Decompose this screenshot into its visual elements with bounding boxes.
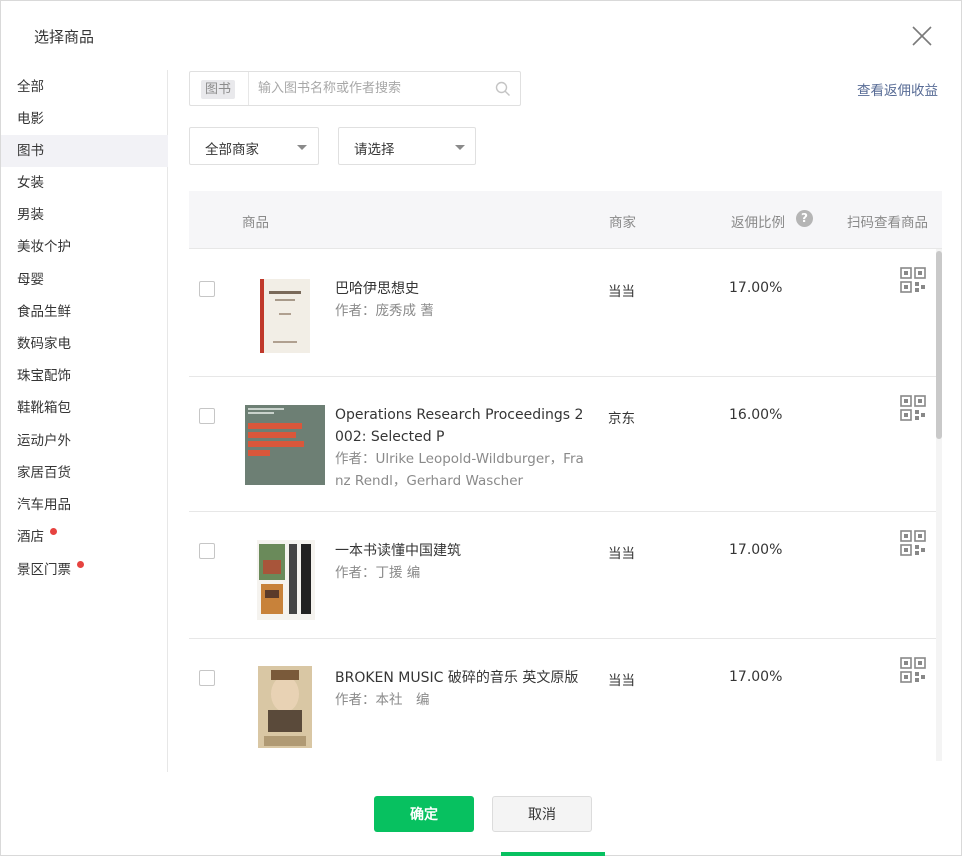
sidebar-item-mens-clothing[interactable]: 男装	[1, 199, 168, 231]
product-name: 巴哈伊思想史	[335, 281, 419, 297]
help-icon[interactable]: ?	[796, 210, 813, 227]
sidebar-item-sports[interactable]: 运动户外	[1, 425, 168, 457]
close-icon[interactable]	[909, 23, 935, 49]
sidebar-item-label: 鞋靴箱包	[17, 400, 71, 416]
sidebar-item-womens-clothing[interactable]: 女装	[1, 167, 168, 199]
category-dropdown-value: 请选择	[354, 142, 395, 158]
search-divider	[248, 72, 249, 105]
confirm-button[interactable]: 确定	[374, 796, 474, 832]
product-author: 作者：庞秀成 蓍	[335, 303, 434, 319]
sidebar-item-beauty[interactable]: 美妆个护	[1, 231, 168, 263]
sidebar-item-label: 汽车用品	[17, 497, 71, 513]
category-dropdown[interactable]: 请选择	[338, 127, 476, 165]
search-icon[interactable]	[495, 81, 511, 97]
header-merchant: 商家	[609, 215, 636, 231]
sidebar-item-hotel[interactable]: 酒店	[1, 521, 168, 553]
sidebar-item-label: 数码家电	[17, 336, 71, 352]
search-input[interactable]	[250, 73, 490, 104]
header-product: 商品	[242, 215, 269, 231]
sidebar-item-label: 家居百货	[17, 465, 71, 481]
sidebar-item-books[interactable]: 图书	[1, 135, 168, 167]
search-box: 图书	[189, 71, 521, 106]
product-name: BROKEN MUSIC 破碎的音乐 英文原版	[335, 670, 579, 686]
sidebar-item-label: 美妆个护	[17, 239, 71, 255]
table-row: BROKEN MUSIC 破碎的音乐 英文原版 作者：本社 编 当当 17.00…	[189, 639, 939, 761]
sidebar-item-shoes-bags[interactable]: 鞋靴箱包	[1, 392, 168, 424]
product-name: Operations Research Proceedings 2002: Se…	[335, 407, 584, 445]
sidebar-item-label: 女装	[17, 175, 44, 191]
product-name: 一本书读懂中国建筑	[335, 543, 461, 559]
table-header: 商品 商家 返佣比例 ? 扫码查看商品	[189, 191, 942, 249]
merchant-dropdown-value: 全部商家	[205, 142, 259, 158]
sidebar-item-all[interactable]: 全部	[1, 71, 168, 103]
caret-down-icon	[297, 145, 307, 150]
new-dot-badge	[50, 528, 57, 535]
sidebar-item-electronics[interactable]: 数码家电	[1, 328, 168, 360]
sidebar-item-tickets[interactable]: 景区门票	[1, 554, 168, 586]
sidebar-item-label: 酒店	[17, 529, 44, 545]
sidebar-item-movies[interactable]: 电影	[1, 103, 168, 135]
commission-ratio: 17.00%	[729, 542, 783, 558]
sidebar-item-home[interactable]: 家居百货	[1, 457, 168, 489]
table-row: 一本书读懂中国建筑 作者：丁援 编 当当 17.00%	[189, 512, 939, 639]
book-cover-image	[258, 666, 312, 748]
merchant-dropdown[interactable]: 全部商家	[189, 127, 319, 165]
commission-ratio: 17.00%	[729, 669, 783, 685]
book-cover-image	[260, 279, 310, 353]
merchant-name: 当当	[608, 284, 635, 300]
product-author: 作者：Ulrike Leopold-Wildburger，Franz Rendl…	[335, 451, 584, 489]
scrollbar-thumb[interactable]	[936, 251, 942, 439]
row-checkbox[interactable]	[199, 281, 215, 297]
merchant-name: 当当	[608, 673, 635, 689]
sidebar-item-jewelry[interactable]: 珠宝配饰	[1, 360, 168, 392]
sidebar-item-label: 母婴	[17, 272, 44, 288]
header-qrcode: 扫码查看商品	[847, 215, 928, 231]
select-product-dialog: 选择商品 全部 电影 图书 女装 男装 美妆个护 母婴 食品生鲜 数码家电 珠宝…	[0, 0, 962, 856]
product-author: 作者：本社 编	[335, 692, 430, 708]
table-row: Operations Research Proceedings 2002: Se…	[189, 377, 939, 512]
row-checkbox[interactable]	[199, 543, 215, 559]
sidebar-item-label: 全部	[17, 79, 44, 95]
category-sidebar: 全部 电影 图书 女装 男装 美妆个护 母婴 食品生鲜 数码家电 珠宝配饰 鞋靴…	[1, 70, 168, 772]
sidebar-item-auto[interactable]: 汽车用品	[1, 489, 168, 521]
search-category-tag: 图书	[201, 80, 236, 99]
row-checkbox[interactable]	[199, 670, 215, 686]
sidebar-item-label: 食品生鲜	[17, 304, 71, 320]
qrcode-icon[interactable]	[900, 267, 926, 293]
qrcode-icon[interactable]	[900, 395, 926, 421]
merchant-name: 京东	[608, 411, 635, 427]
sidebar-item-label: 男装	[17, 207, 44, 223]
background-page-button-edge	[501, 852, 605, 856]
header-ratio: 返佣比例	[731, 215, 785, 231]
commission-ratio: 16.00%	[729, 407, 783, 423]
sidebar-item-label: 电影	[17, 111, 44, 127]
table-row: 巴哈伊思想史 作者：庞秀成 蓍 当当 17.00%	[189, 249, 939, 377]
sidebar-item-food[interactable]: 食品生鲜	[1, 296, 168, 328]
book-cover-image	[245, 405, 325, 485]
caret-down-icon	[455, 145, 465, 150]
product-author: 作者：丁援 编	[335, 565, 421, 581]
qrcode-icon[interactable]	[900, 530, 926, 556]
sidebar-item-label: 景区门票	[17, 562, 71, 578]
sidebar-item-baby[interactable]: 母婴	[1, 264, 168, 296]
qrcode-icon[interactable]	[900, 657, 926, 683]
dialog-title: 选择商品	[34, 28, 95, 46]
sidebar-item-label: 图书	[17, 143, 44, 159]
sidebar-item-label: 珠宝配饰	[17, 368, 71, 384]
commission-ratio: 17.00%	[729, 280, 783, 296]
new-dot-badge	[77, 561, 84, 568]
merchant-name: 当当	[608, 546, 635, 562]
row-checkbox[interactable]	[199, 408, 215, 424]
cancel-button[interactable]: 取消	[492, 796, 592, 832]
view-earnings-link[interactable]: 查看返佣收益	[857, 79, 938, 99]
book-cover-image	[257, 540, 315, 620]
sidebar-item-label: 运动户外	[17, 433, 71, 449]
